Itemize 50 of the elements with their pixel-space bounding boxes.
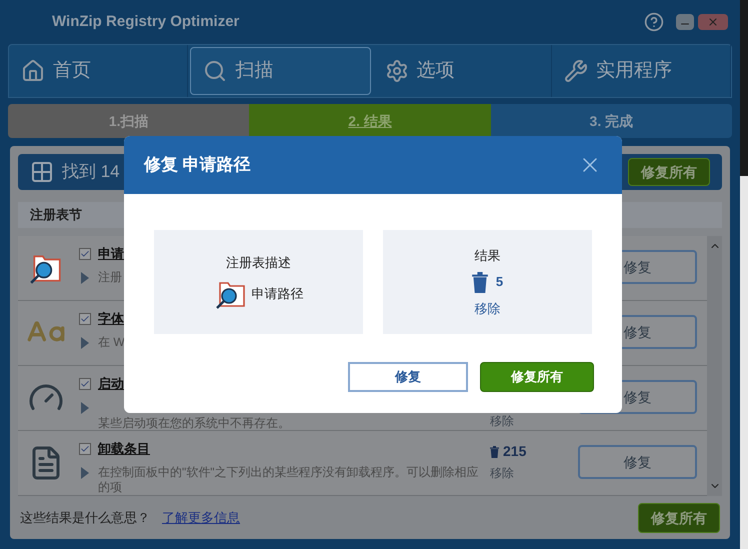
learn-more-link[interactable]: 了解更多信息 [162,508,240,528]
nav-tab[interactable]: 选项 [372,45,552,97]
expand-arrow-icon[interactable] [81,402,89,414]
dialog-title: 修复 申请路径 [144,154,251,176]
home-icon [21,59,45,83]
scrollbar[interactable] [707,236,722,496]
nav-tab[interactable]: 首页 [9,45,188,97]
minimize-button[interactable] [676,14,694,30]
trash-icon [490,446,499,458]
row-title[interactable]: 卸载条目 [98,439,150,458]
row-title[interactable]: 申请 [98,244,124,264]
row-description: 在 W [98,334,125,350]
nav-tab[interactable]: 实用程序 [552,45,731,97]
registry-item: 申请路径 [252,285,304,303]
search-icon [203,59,228,83]
checkbox[interactable] [79,313,91,325]
fix-button[interactable]: 修复 [578,445,697,479]
expand-arrow-icon[interactable] [81,467,89,479]
help-icon[interactable] [644,12,664,32]
row-description: 注册 [98,270,122,284]
tiles-icon [30,160,54,184]
checkbox[interactable] [79,443,91,455]
nav-tab[interactable]: 扫描 [190,47,370,95]
settings-icon [384,59,408,83]
row-description: 某些启动项在您的系统中不再存在。 [98,416,290,430]
help-question: 这些结果是什么意思？ [20,509,150,528]
trash-icon [472,272,488,292]
row-title[interactable]: 启动 [98,374,124,394]
checkbox[interactable] [79,378,91,390]
close-button[interactable] [698,14,728,30]
panel-heading: 结果 [474,247,500,265]
window-title: WinZip Registry Optimizer [52,12,240,32]
fix-all-button[interactable]: 修复所有 [480,362,594,392]
fix-button[interactable]: 修复 [348,362,468,392]
item-count: 215 [503,442,526,461]
panel-heading: 注册表描述 [226,254,291,272]
wrench-icon [564,59,588,83]
close-icon [707,16,719,28]
fix-all-button[interactable]: 修复所有 [628,158,710,186]
remove-label: 移除 [474,300,500,318]
row-title[interactable]: 字体 [98,309,124,328]
remove-label: 移除 [490,465,514,482]
results-title: 找到 14 [62,161,120,184]
expand-arrow-icon[interactable] [81,272,89,284]
expand-arrow-icon[interactable] [81,337,89,349]
checkbox[interactable] [79,248,91,260]
row-description: 在控制面板中的"软件"之下列出的某些程序没有卸载程序。可以删除相应的项 [98,464,480,494]
remove-label: 移除 [490,413,514,430]
result-count: 5 [496,273,504,292]
fix-all-button[interactable]: 修复所有 [638,503,720,533]
